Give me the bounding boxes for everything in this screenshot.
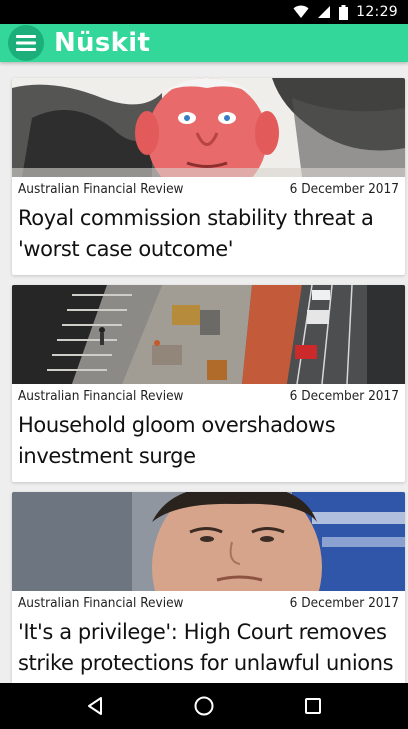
app-title: Nüskit xyxy=(54,28,151,58)
system-nav-bar xyxy=(0,683,408,729)
wifi-icon xyxy=(293,5,309,18)
back-icon xyxy=(87,697,102,715)
article-title[interactable]: 'It's a privilege': High Court removes s… xyxy=(12,611,405,683)
home-button[interactable] xyxy=(184,686,224,726)
article-meta: Australian Financial Review 6 December 2… xyxy=(12,384,405,404)
article-title[interactable]: Household gloom overshadows investment s… xyxy=(12,404,405,482)
battery-icon xyxy=(339,4,349,20)
back-button[interactable] xyxy=(75,686,115,726)
article-source: Australian Financial Review xyxy=(18,595,184,611)
article-date: 6 December 2017 xyxy=(289,388,399,404)
hamburger-menu-icon xyxy=(16,35,36,51)
article-meta: Australian Financial Review 6 December 2… xyxy=(12,177,405,197)
home-icon xyxy=(194,696,214,716)
article-meta: Australian Financial Review 6 December 2… xyxy=(12,591,405,611)
app-bar: Nüskit xyxy=(0,24,408,62)
article-title[interactable]: Royal commission stability threat a 'wor… xyxy=(12,197,405,275)
status-time: 12:29 xyxy=(356,4,398,20)
article-card[interactable]: Australian Financial Review 6 December 2… xyxy=(12,492,405,683)
menu-button[interactable] xyxy=(8,25,44,61)
article-source: Australian Financial Review xyxy=(18,388,184,404)
article-card[interactable]: Australian Financial Review 6 December 2… xyxy=(12,78,405,275)
news-feed[interactable]: Australian Financial Review 6 December 2… xyxy=(0,62,408,683)
status-bar: 12:29 xyxy=(0,0,408,24)
article-image xyxy=(12,78,405,177)
article-image xyxy=(12,285,405,384)
recents-icon xyxy=(305,698,322,714)
article-date: 6 December 2017 xyxy=(289,181,399,197)
article-date: 6 December 2017 xyxy=(289,595,399,611)
recents-button[interactable] xyxy=(293,686,333,726)
article-image xyxy=(12,492,405,591)
cell-signal-icon xyxy=(318,6,331,18)
article-card[interactable]: Australian Financial Review 6 December 2… xyxy=(12,285,405,482)
article-source: Australian Financial Review xyxy=(18,181,184,197)
